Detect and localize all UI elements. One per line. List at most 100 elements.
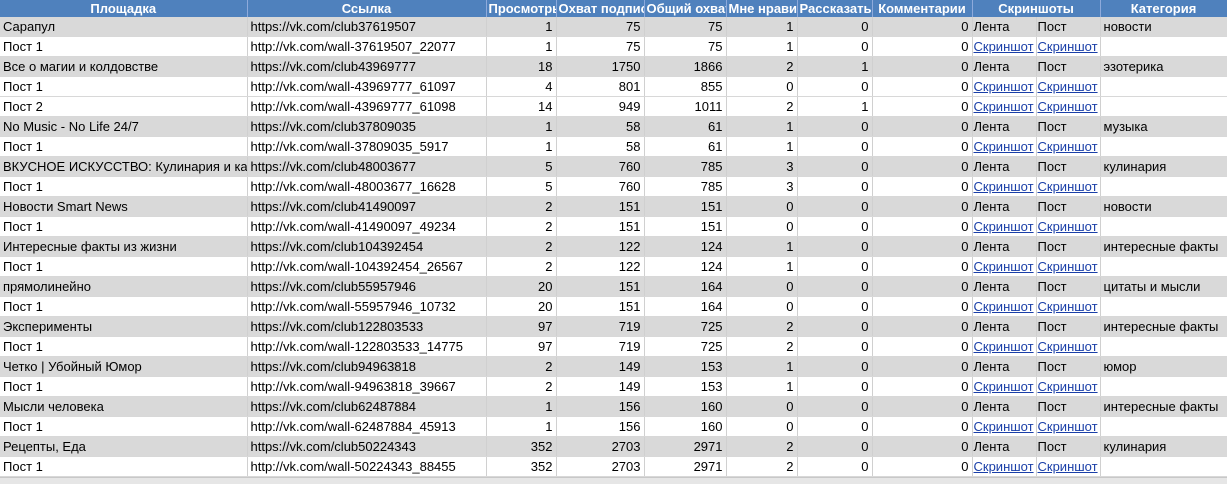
cell-comments[interactable]: 0	[872, 256, 973, 277]
cell-total-reach[interactable]: 725	[644, 316, 727, 337]
cell-screenshot-feed[interactable]: Скриншот	[972, 256, 1037, 277]
cell-total-reach[interactable]: 855	[644, 76, 727, 97]
cell-screenshot-feed[interactable]: Лента	[972, 436, 1037, 457]
cell-link[interactable]: https://vk.com/club55957946	[247, 276, 487, 297]
cell-platform[interactable]: Сарапул	[0, 17, 248, 37]
cell-screenshot-feed[interactable]: Лента	[972, 396, 1037, 417]
cell-views[interactable]: 352	[486, 456, 557, 477]
header-total-reach[interactable]: Общий охват	[644, 0, 727, 17]
cell-platform[interactable]: Пост 2	[0, 96, 248, 117]
cell-screenshot-feed[interactable]: Скриншот	[972, 176, 1037, 197]
cell-total-reach[interactable]: 151	[644, 196, 727, 217]
cell-views[interactable]: 1	[486, 17, 557, 37]
cell-shares[interactable]: 0	[797, 276, 873, 297]
cell-likes[interactable]: 0	[726, 396, 798, 417]
cell-category[interactable]	[1100, 36, 1227, 57]
cell-shares[interactable]: 0	[797, 156, 873, 177]
cell-comments[interactable]: 0	[872, 136, 973, 157]
cell-platform[interactable]: Пост 1	[0, 216, 248, 237]
cell-likes[interactable]: 0	[726, 76, 798, 97]
cell-screenshot-post[interactable]: Скриншот	[1036, 256, 1101, 277]
cell-subscriber-reach[interactable]: 122	[556, 256, 645, 277]
cell-screenshot-post[interactable]: Скриншот	[1036, 376, 1101, 397]
cell-shares[interactable]: 0	[797, 36, 873, 57]
cell-link[interactable]: http://vk.com/wall-104392454_26567	[247, 256, 487, 277]
cell-screenshot-feed[interactable]: Скриншот	[972, 76, 1037, 97]
cell-screenshot-post[interactable]: Скриншот	[1036, 336, 1101, 357]
cell-screenshot-feed[interactable]: Лента	[972, 316, 1037, 337]
cell-platform[interactable]: Интересные факты из жизни	[0, 236, 248, 257]
cell-category[interactable]: эзотерика	[1100, 56, 1227, 77]
cell-screenshot-post[interactable]: Скриншот	[1036, 96, 1101, 117]
header-views[interactable]: Просмотры	[486, 0, 557, 17]
cell-likes[interactable]: 1	[726, 116, 798, 137]
cell-screenshot-feed[interactable]: Лента	[972, 276, 1037, 297]
cell-subscriber-reach[interactable]: 1750	[556, 56, 645, 77]
cell-screenshot-feed[interactable]: Скриншот	[972, 36, 1037, 57]
cell-subscriber-reach[interactable]: 58	[556, 136, 645, 157]
cell-platform[interactable]: Пост 1	[0, 416, 248, 437]
cell-screenshot-post[interactable]: Пост	[1036, 316, 1101, 337]
cell-category[interactable]: интересные факты	[1100, 316, 1227, 337]
cell-category[interactable]	[1100, 216, 1227, 237]
cell-link[interactable]: http://vk.com/wall-37619507_22077	[247, 36, 487, 57]
cell-total-reach[interactable]: 124	[644, 256, 727, 277]
cell-comments[interactable]: 0	[872, 356, 973, 377]
cell-subscriber-reach[interactable]: 156	[556, 396, 645, 417]
cell-shares[interactable]: 0	[797, 116, 873, 137]
cell-likes[interactable]: 2	[726, 56, 798, 77]
cell-subscriber-reach[interactable]: 949	[556, 96, 645, 117]
cell-comments[interactable]: 0	[872, 396, 973, 417]
cell-views[interactable]: 1	[486, 116, 557, 137]
cell-category[interactable]: кулинария	[1100, 156, 1227, 177]
cell-screenshot-post[interactable]: Скриншот	[1036, 416, 1101, 437]
cell-screenshot-post[interactable]: Скриншот	[1036, 36, 1101, 57]
cell-link[interactable]: https://vk.com/club104392454	[247, 236, 487, 257]
cell-likes[interactable]: 2	[726, 316, 798, 337]
cell-shares[interactable]: 0	[797, 336, 873, 357]
cell-total-reach[interactable]: 164	[644, 296, 727, 317]
cell-link[interactable]: http://vk.com/wall-43969777_61097	[247, 76, 487, 97]
cell-link[interactable]: https://vk.com/club62487884	[247, 396, 487, 417]
cell-likes[interactable]: 1	[726, 376, 798, 397]
cell-platform[interactable]: Пост 1	[0, 136, 248, 157]
cell-platform[interactable]: Четко | Убойный Юмор	[0, 356, 248, 377]
cell-total-reach[interactable]: 61	[644, 136, 727, 157]
cell-total-reach[interactable]: 153	[644, 376, 727, 397]
cell-total-reach[interactable]: 153	[644, 356, 727, 377]
cell-link[interactable]: http://vk.com/wall-55957946_10732	[247, 296, 487, 317]
cell-comments[interactable]: 0	[872, 376, 973, 397]
cell-link[interactable]: https://vk.com/club37809035	[247, 116, 487, 137]
cell-comments[interactable]: 0	[872, 17, 973, 37]
cell-screenshot-post[interactable]: Пост	[1036, 56, 1101, 77]
cell-shares[interactable]: 0	[797, 76, 873, 97]
cell-link[interactable]: http://vk.com/wall-62487884_45913	[247, 416, 487, 437]
header-screenshots[interactable]: Скриншоты	[972, 0, 1101, 17]
cell-screenshot-post[interactable]: Скриншот	[1036, 296, 1101, 317]
cell-total-reach[interactable]: 75	[644, 17, 727, 37]
cell-screenshot-feed[interactable]: Скриншот	[972, 416, 1037, 437]
cell-platform[interactable]: Мысли человека	[0, 396, 248, 417]
cell-likes[interactable]: 2	[726, 436, 798, 457]
cell-total-reach[interactable]: 160	[644, 396, 727, 417]
cell-category[interactable]	[1100, 296, 1227, 317]
cell-screenshot-feed[interactable]: Лента	[972, 116, 1037, 137]
cell-platform[interactable]: No Music - No Life 24/7	[0, 116, 248, 137]
cell-comments[interactable]: 0	[872, 276, 973, 297]
cell-platform[interactable]: Все о магии и колдовстве	[0, 56, 248, 77]
cell-likes[interactable]: 1	[726, 17, 798, 37]
cell-link[interactable]: https://vk.com/club50224343	[247, 436, 487, 457]
cell-subscriber-reach[interactable]: 151	[556, 276, 645, 297]
cell-screenshot-feed[interactable]: Скриншот	[972, 376, 1037, 397]
cell-screenshot-post[interactable]: Пост	[1036, 116, 1101, 137]
cell-views[interactable]: 14	[486, 96, 557, 117]
cell-likes[interactable]: 1	[726, 256, 798, 277]
cell-category[interactable]	[1100, 76, 1227, 97]
cell-platform[interactable]: Пост 1	[0, 176, 248, 197]
cell-screenshot-post[interactable]: Пост	[1036, 436, 1101, 457]
cell-screenshot-feed[interactable]: Лента	[972, 17, 1037, 37]
cell-views[interactable]: 2	[486, 356, 557, 377]
cell-likes[interactable]: 1	[726, 36, 798, 57]
cell-likes[interactable]: 1	[726, 356, 798, 377]
cell-platform[interactable]: Эксперименты	[0, 316, 248, 337]
